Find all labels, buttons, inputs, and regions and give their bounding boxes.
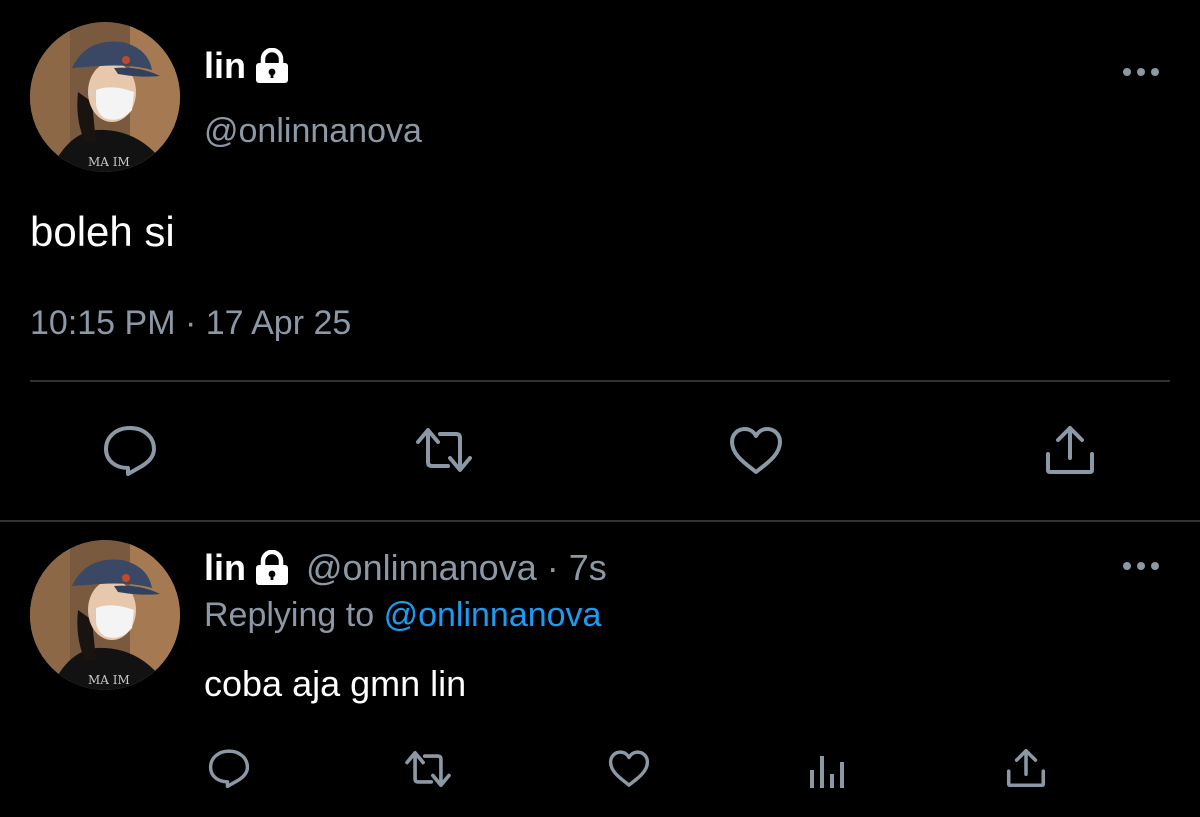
tweet-age[interactable]: 7s bbox=[569, 546, 607, 590]
avatar[interactable]: MA IM bbox=[30, 540, 180, 690]
svg-text:MA IM: MA IM bbox=[88, 673, 130, 687]
author-name[interactable]: lin bbox=[204, 44, 246, 88]
avatar[interactable]: MA IM bbox=[30, 22, 180, 172]
divider bbox=[0, 520, 1200, 522]
tweet-timestamp[interactable]: 10:15 PM · 17 Apr 25 bbox=[30, 302, 351, 344]
more-options-icon[interactable] bbox=[1119, 64, 1163, 80]
retweet-icon[interactable] bbox=[402, 748, 454, 795]
analytics-icon[interactable] bbox=[806, 750, 850, 795]
replying-to-line: Replying to @onlinnanova bbox=[204, 594, 601, 636]
reply-icon[interactable] bbox=[100, 422, 160, 483]
reply-header[interactable]: lin @onlinnanova · 7s bbox=[204, 546, 607, 590]
share-icon[interactable] bbox=[1004, 746, 1048, 795]
svg-text:MA IM: MA IM bbox=[88, 155, 130, 169]
divider bbox=[30, 380, 1170, 382]
replying-to-label: Replying to bbox=[204, 596, 375, 634]
author-handle[interactable]: @onlinnanova bbox=[204, 110, 422, 152]
lock-icon bbox=[252, 550, 292, 586]
like-icon[interactable] bbox=[726, 424, 786, 483]
more-options-icon[interactable] bbox=[1119, 558, 1163, 574]
separator-dot: · bbox=[546, 547, 559, 588]
author-name-row[interactable]: lin bbox=[204, 44, 292, 88]
retweet-icon[interactable] bbox=[412, 424, 476, 481]
tweet-text: coba aja gmn lin bbox=[204, 663, 467, 704]
like-icon[interactable] bbox=[606, 748, 652, 795]
author-name[interactable]: lin bbox=[204, 546, 246, 590]
tweet-text: boleh si bbox=[30, 208, 175, 255]
author-handle[interactable]: @onlinnanova bbox=[306, 546, 537, 590]
replying-to-mention[interactable]: @onlinnanova bbox=[384, 596, 602, 634]
reply-icon[interactable] bbox=[206, 746, 252, 795]
share-icon[interactable] bbox=[1042, 422, 1098, 483]
lock-icon bbox=[252, 48, 292, 84]
